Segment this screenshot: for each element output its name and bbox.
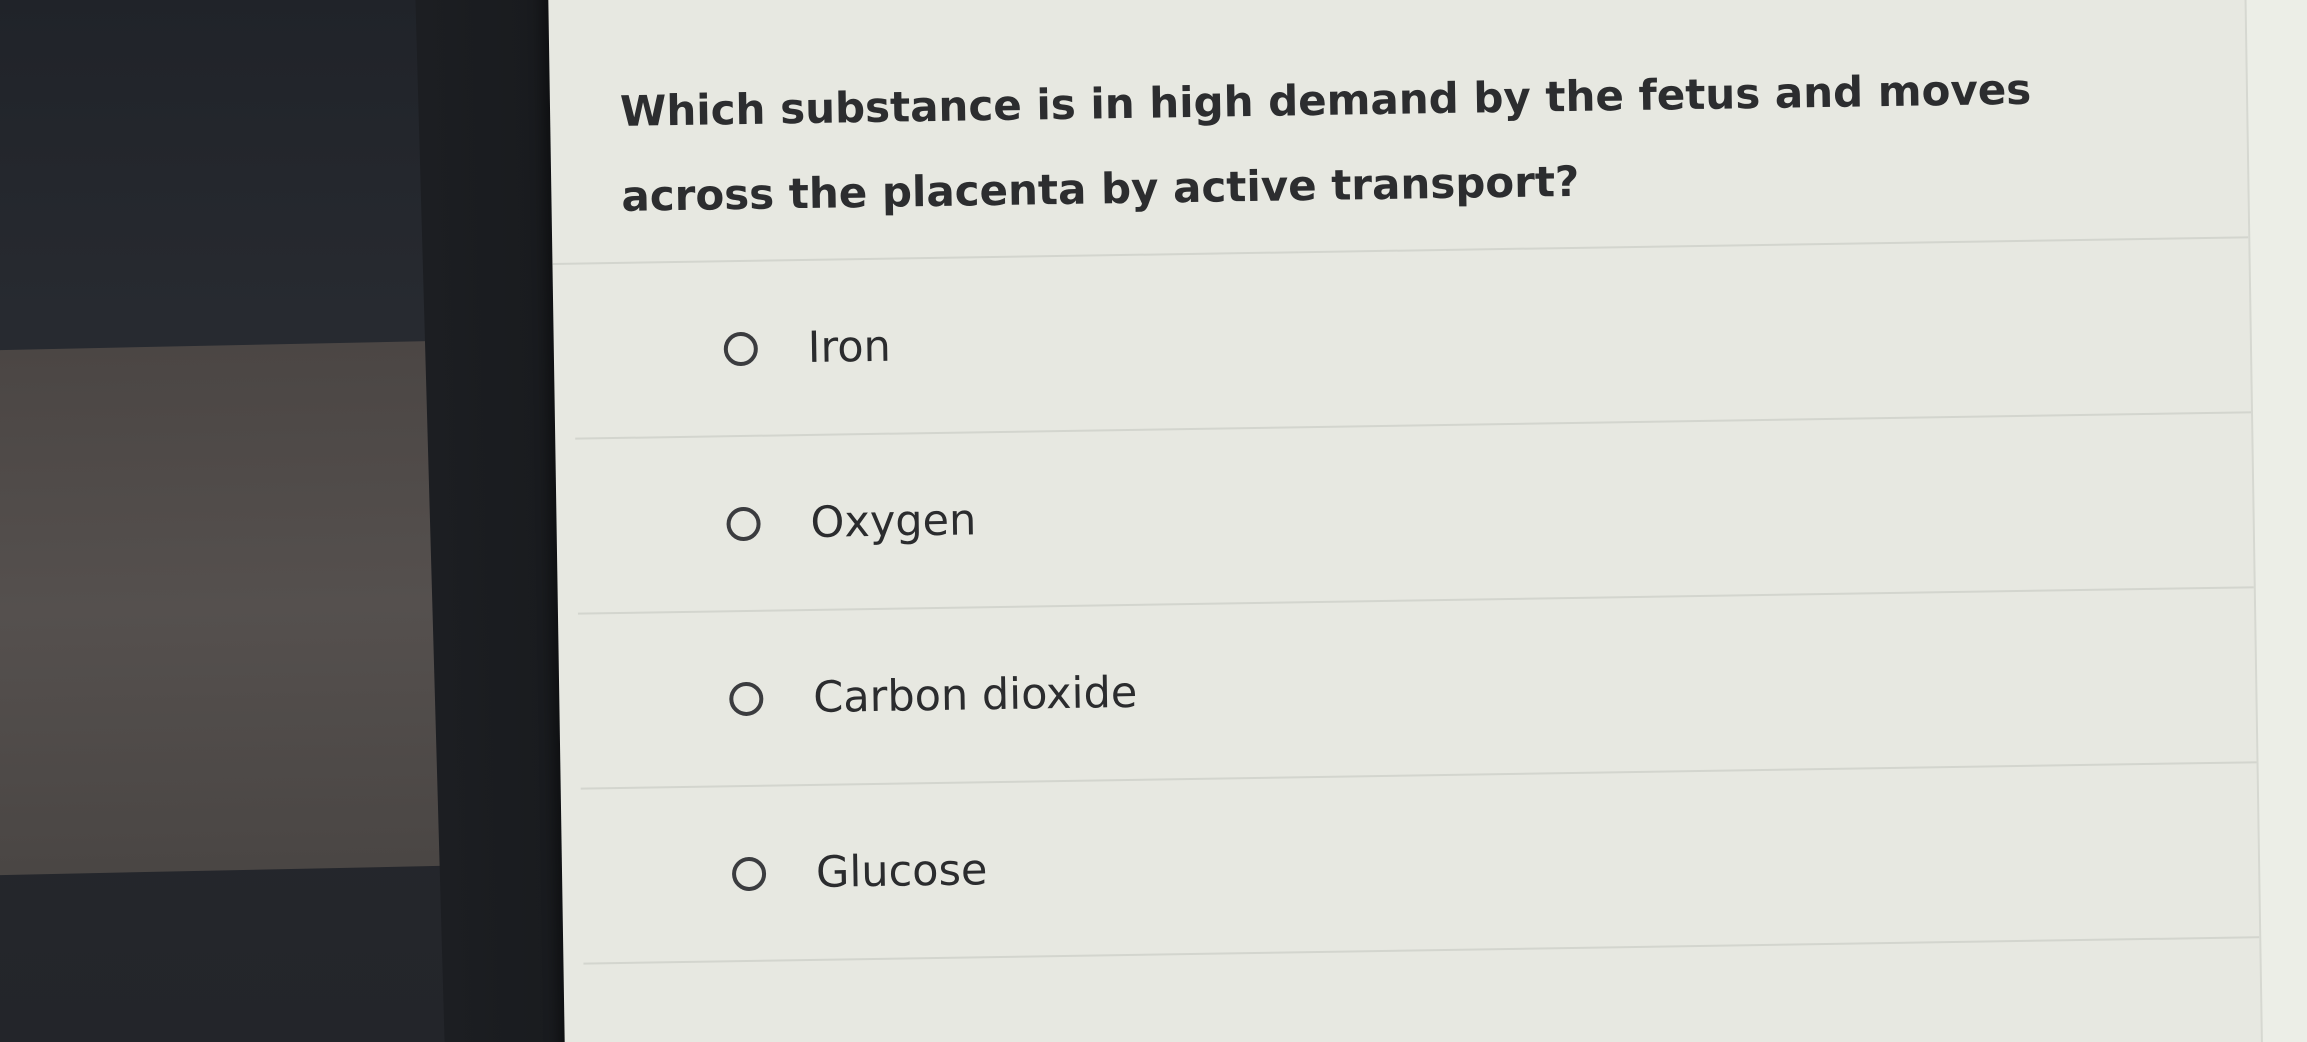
background-wall-band — [0, 339, 485, 876]
answer-option-label: Iron — [807, 321, 892, 373]
answer-option-oxygen[interactable]: Oxygen — [575, 413, 2258, 615]
radio-button-icon[interactable] — [726, 506, 761, 541]
radio-button-icon[interactable] — [729, 681, 764, 716]
question-text: Which substance is in high demand by the… — [619, 64, 2032, 221]
answer-option-glucose[interactable]: Glucose — [580, 763, 2264, 965]
answer-option-label: Glucose — [815, 844, 988, 898]
quiz-panel: Which substance is in high demand by the… — [548, 0, 2307, 1042]
answer-option-label: Oxygen — [810, 494, 977, 548]
radio-button-icon[interactable] — [731, 856, 767, 891]
answer-option-carbon-dioxide[interactable]: Carbon dioxide — [577, 588, 2261, 790]
answer-option-label: Carbon dioxide — [812, 667, 1138, 723]
answer-options-list: Iron Oxygen Carbon dioxide Glucose — [572, 238, 2264, 965]
answer-option-iron[interactable]: Iron — [572, 238, 2256, 440]
radio-button-icon[interactable] — [723, 331, 759, 366]
